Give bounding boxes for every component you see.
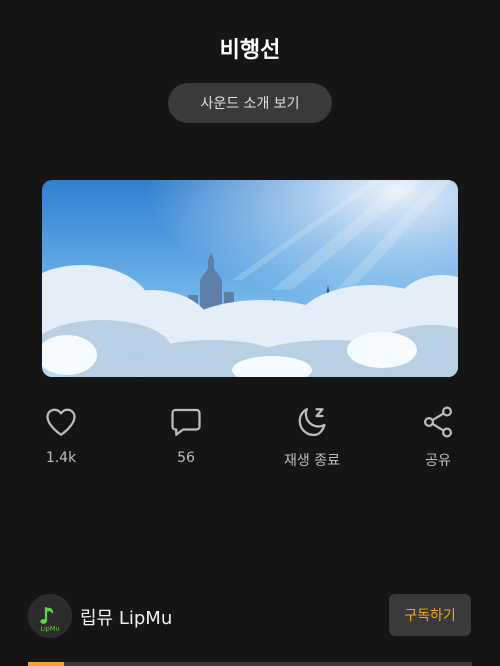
like-button[interactable]: 1.4k <box>11 404 111 466</box>
cover-image <box>42 180 458 377</box>
playback-progress-fill <box>28 662 64 666</box>
like-count: 1.4k <box>45 450 77 466</box>
sleep-timer-label: 재생 종료 <box>284 453 340 469</box>
channel-row: LipMu 립뮤 LipMu 구독하기 <box>0 592 500 642</box>
comment-count: 56 <box>177 450 195 466</box>
channel-name[interactable]: 립뮤 LipMu <box>80 604 172 630</box>
action-bar: 1.4k 56 재생 종료 공유 <box>0 404 500 474</box>
share-label: 공유 <box>425 453 451 469</box>
channel-avatar[interactable]: LipMu <box>28 594 72 638</box>
avatar-text: LipMu <box>40 625 59 633</box>
share-button[interactable]: 공유 <box>388 404 488 470</box>
share-icon <box>423 406 453 438</box>
sound-title: 비행선 <box>219 38 281 63</box>
sleep-timer-icon <box>298 407 326 437</box>
sound-intro-button[interactable]: 사운드 소개 보기 <box>168 83 332 123</box>
subscribe-button[interactable]: 구독하기 <box>389 594 471 636</box>
comment-button[interactable]: 56 <box>136 404 236 466</box>
sleep-timer-button[interactable]: 재생 종료 <box>262 404 362 470</box>
playback-progress-bar[interactable] <box>28 662 472 666</box>
heart-icon <box>46 408 76 436</box>
comment-icon <box>171 408 201 436</box>
lipmu-logo-icon: LipMu <box>28 594 72 638</box>
